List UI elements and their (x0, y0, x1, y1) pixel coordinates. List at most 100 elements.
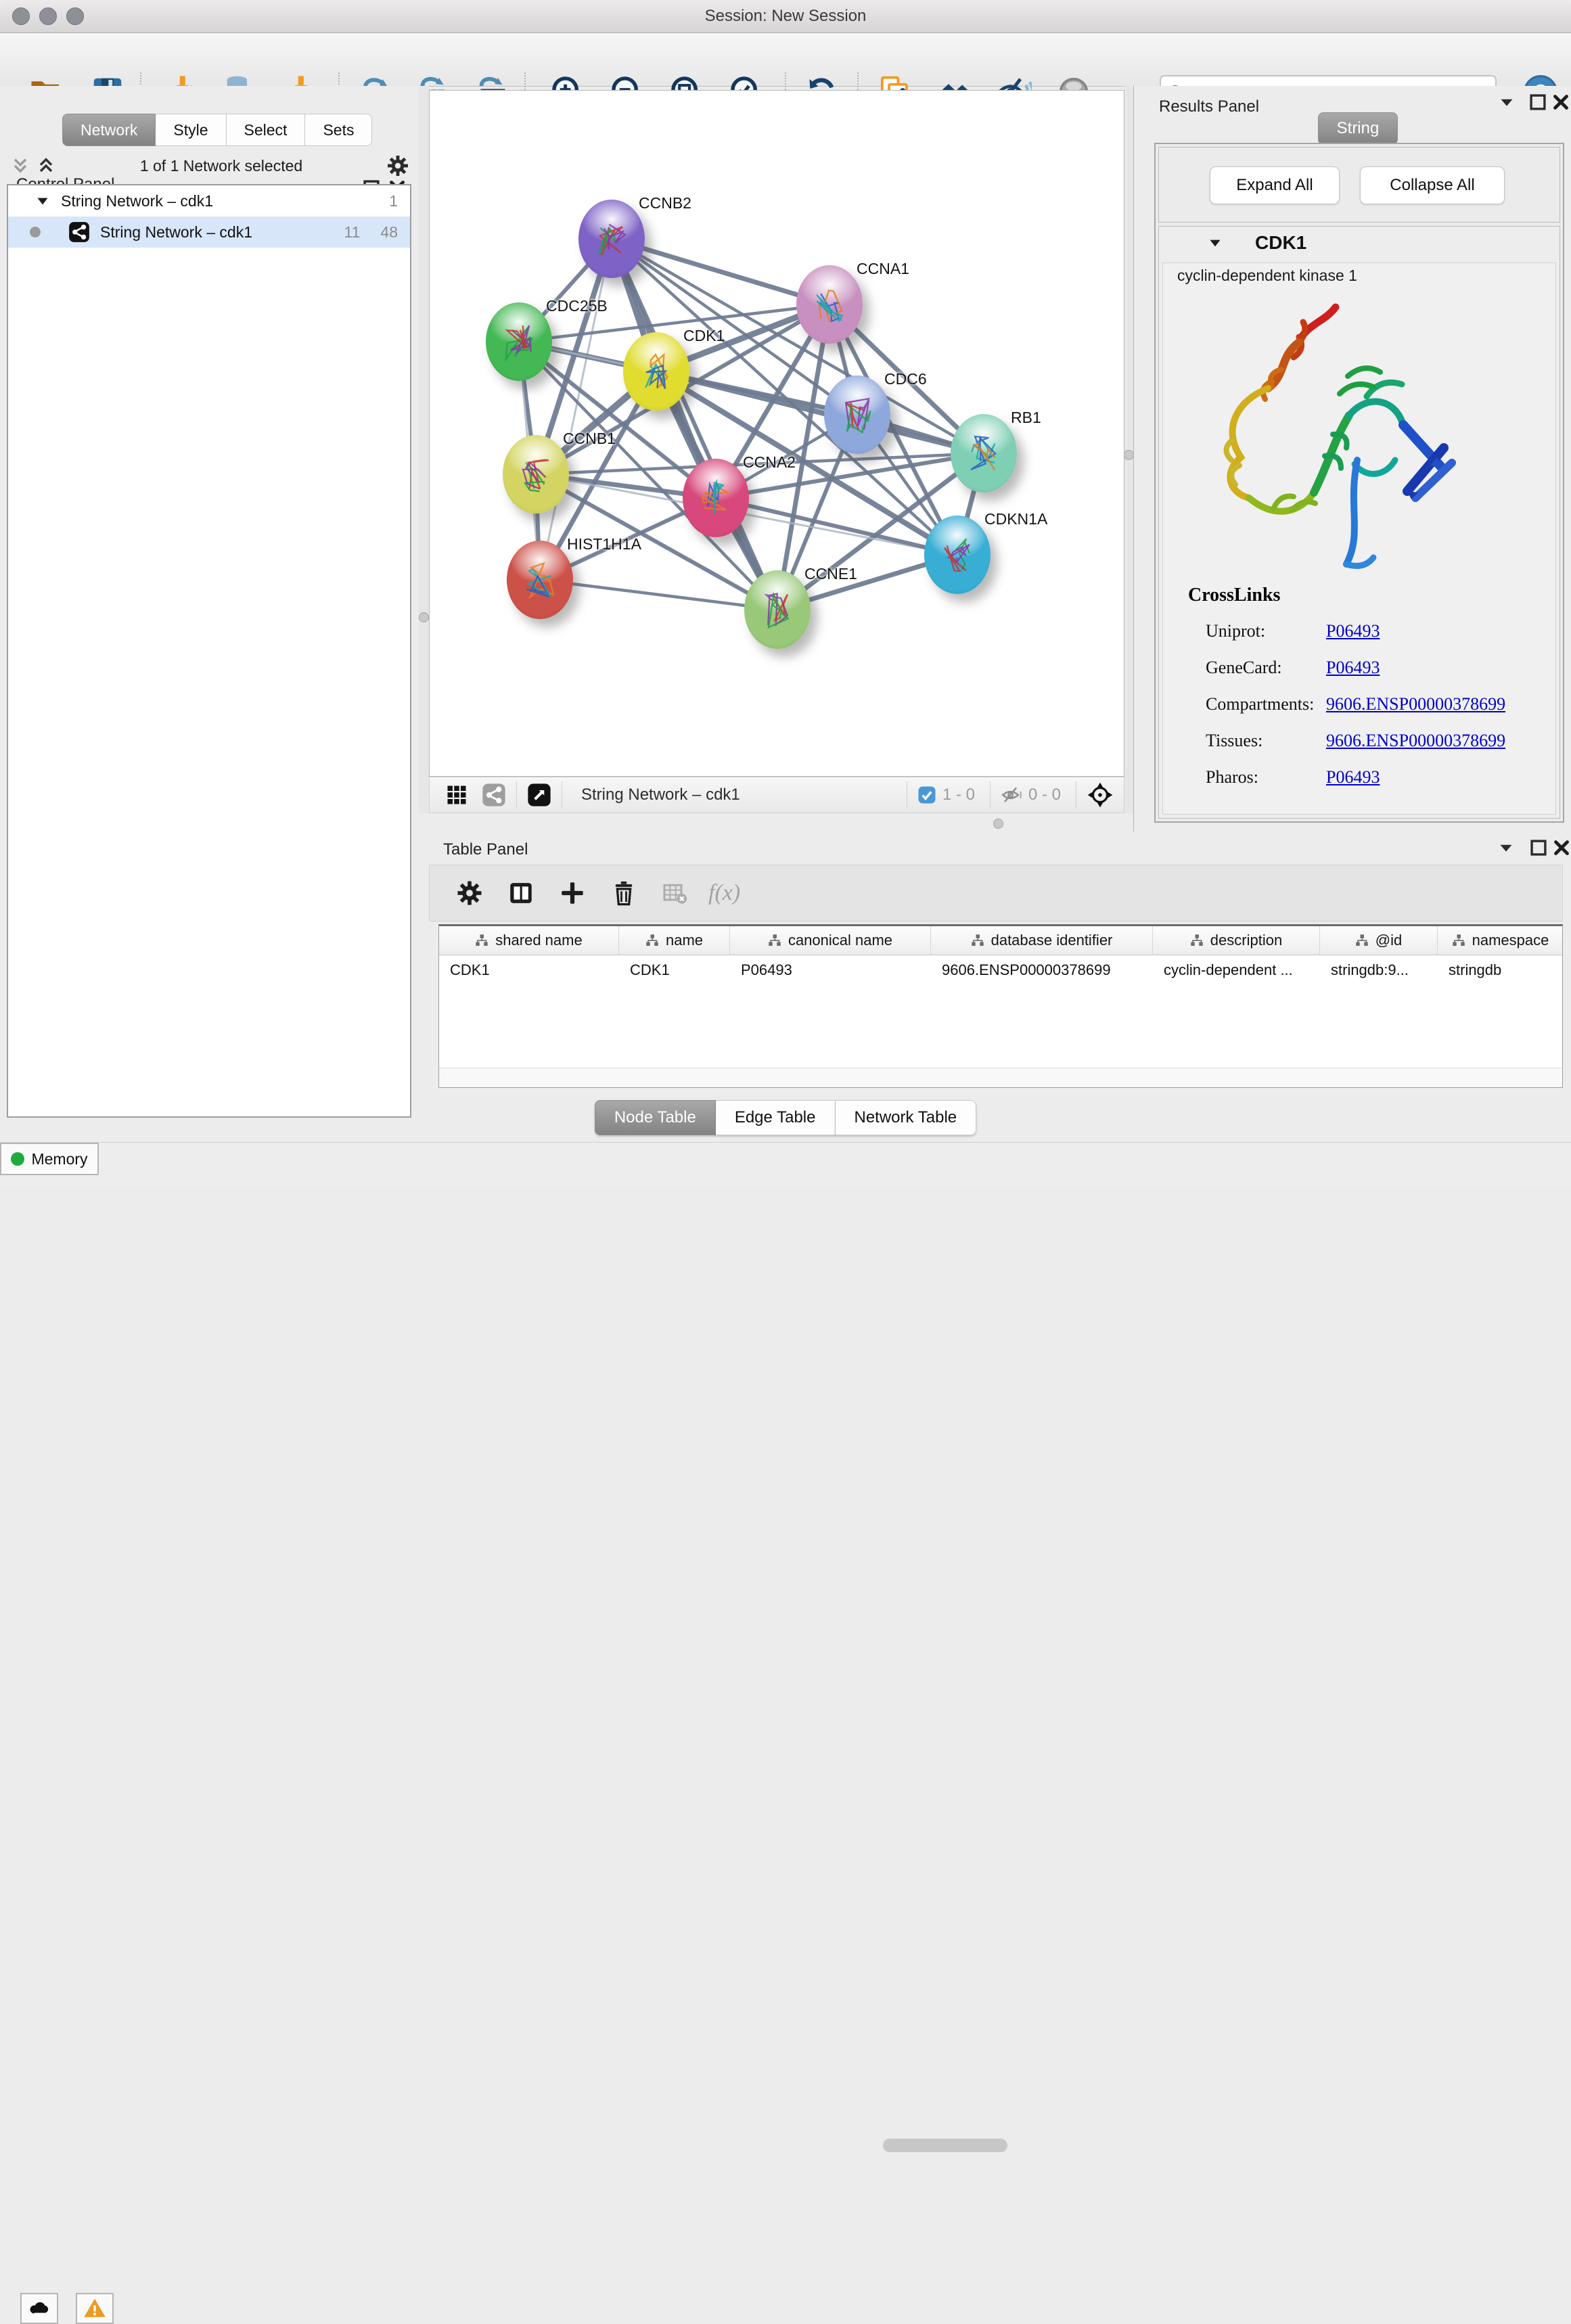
table-cell[interactable]: CDK1 (439, 961, 619, 979)
tab-network[interactable]: Network (62, 114, 156, 146)
fit-content-crosshair-icon[interactable] (1086, 781, 1114, 809)
crosslink-link[interactable]: P06493 (1326, 658, 1380, 681)
table-horizontal-scrollbar[interactable] (439, 1068, 1562, 1087)
network-node-cdc6[interactable] (824, 375, 890, 454)
crosslink-row: GeneCard: P06493 (1206, 658, 1551, 681)
network-node-cdk1[interactable] (623, 332, 689, 411)
crosslink-link[interactable]: P06493 (1326, 621, 1380, 644)
column-header-label: description (1210, 932, 1282, 949)
left-splitter[interactable] (419, 86, 429, 834)
table-panel-collapse-icon[interactable] (1495, 836, 1518, 859)
tab-style[interactable]: Style (156, 114, 226, 146)
warning-button[interactable] (76, 2293, 114, 2324)
table-cell[interactable]: stringdb (1438, 961, 1563, 979)
show-columns-icon[interactable] (507, 879, 535, 907)
network-node-cdkn1a[interactable] (924, 516, 991, 594)
node-label-hist1h1a: HIST1H1A (567, 535, 641, 553)
expand-all-button[interactable]: Expand All (1210, 166, 1340, 204)
column-header-label: namespace (1472, 932, 1549, 949)
network-tree: String Network – cdk1 1 String Network –… (7, 184, 411, 1118)
network-node-ccna1[interactable] (796, 265, 863, 344)
column-header-sharedname[interactable]: shared name (439, 926, 619, 955)
hidden-eye-icon[interactable] (1000, 783, 1023, 806)
collapse-all-button[interactable]: Collapse All (1360, 166, 1505, 204)
crosslink-row: Tissues: 9606.ENSP00000378699 (1206, 731, 1551, 754)
network-tree-item-row[interactable]: String Network – cdk1 11 48 (8, 217, 410, 248)
table-panel-float-icon[interactable] (1527, 836, 1550, 859)
network-edge-count: 48 (380, 223, 398, 242)
protein-thumbnail (639, 350, 674, 394)
table-panel-close-icon[interactable] (1550, 836, 1571, 859)
table-settings-gear-icon[interactable] (455, 879, 484, 907)
tab-network-table[interactable]: Network Table (836, 1100, 977, 1135)
horizontal-splitter-handle[interactable] (993, 819, 1003, 829)
network-node-ccne1[interactable] (744, 570, 811, 649)
expand-all-icon[interactable] (35, 155, 57, 177)
crosslink-link[interactable]: P06493 (1326, 767, 1380, 790)
crosslink-link[interactable]: 9606.ENSP00000378699 (1326, 731, 1505, 754)
cloud-button[interactable] (20, 2293, 58, 2324)
results-panel-float-icon[interactable] (1526, 91, 1549, 114)
column-header-databaseidentifier[interactable]: database identifier (931, 926, 1153, 955)
network-edge[interactable] (540, 239, 612, 580)
table-cell[interactable]: P06493 (730, 961, 931, 979)
table-cell[interactable]: 9606.ENSP00000378699 (931, 961, 1153, 979)
network-view-title: String Network – cdk1 (581, 785, 740, 804)
table-scrollbar-thumb[interactable] (883, 2139, 1007, 2152)
gene-description: cyclin-dependent kinase 1 (1177, 267, 1357, 285)
tab-sets[interactable]: Sets (305, 114, 372, 146)
birds-eye-view-icon[interactable] (526, 782, 552, 808)
network-node-hist1h1a[interactable] (507, 541, 573, 619)
accordion-expander-icon[interactable] (1206, 234, 1224, 252)
left-splitter-handle[interactable] (419, 612, 429, 622)
crosslink-link[interactable]: 9606.ENSP00000378699 (1326, 694, 1505, 717)
protein-thumbnail (522, 559, 557, 602)
add-column-icon[interactable] (558, 879, 587, 907)
network-node-cdc25b[interactable] (486, 302, 552, 381)
crosslink-row: Compartments: 9606.ENSP00000378699 (1206, 694, 1551, 717)
network-edge[interactable] (540, 580, 777, 610)
network-node-ccna2[interactable] (683, 459, 749, 537)
network-edge[interactable] (612, 239, 777, 610)
results-panel-collapse-icon[interactable] (1495, 91, 1518, 114)
tab-node-table[interactable]: Node Table (595, 1100, 716, 1135)
column-type-icon (645, 934, 659, 947)
table-cell[interactable]: stringdb:9... (1320, 961, 1438, 979)
delete-column-trash-icon[interactable] (610, 879, 638, 907)
right-splitter-handle[interactable] (1124, 450, 1134, 460)
node-table-row[interactable]: CDK1CDK1P064939606.ENSP00000378699cyclin… (439, 955, 1562, 985)
memory-button[interactable]: Memory (0, 1143, 99, 1175)
network-edge[interactable] (656, 371, 984, 453)
network-node-ccnb2[interactable] (578, 200, 645, 278)
column-header-id[interactable]: @id (1320, 926, 1438, 955)
column-header-canonicalname[interactable]: canonical name (730, 926, 931, 955)
collapse-all-icon[interactable] (9, 155, 31, 177)
protein-thumbnail (966, 432, 1001, 476)
status-bar: Memory (0, 1142, 1571, 1187)
gene-accordion-header[interactable]: CDK1 (1159, 227, 1559, 258)
network-tree-group-row[interactable]: String Network – cdk1 1 (8, 185, 410, 217)
column-header-namespace[interactable]: namespace (1438, 926, 1563, 955)
network-node-ccnb1[interactable] (503, 435, 569, 514)
tab-string[interactable]: String (1318, 112, 1398, 145)
column-header-name[interactable]: name (619, 926, 730, 955)
results-panel-close-icon[interactable] (1549, 91, 1571, 114)
tree-expander-icon[interactable] (34, 192, 51, 210)
network-view-share-icon[interactable] (481, 782, 507, 808)
window-title: Session: New Session (0, 7, 1571, 26)
tab-edge-table[interactable]: Edge Table (716, 1100, 836, 1135)
node-label-ccna2: CCNA2 (743, 453, 796, 472)
string-network-icon (68, 221, 91, 244)
network-options-gear-icon[interactable] (386, 154, 410, 178)
table-cell[interactable]: cyclin-dependent ... (1153, 961, 1320, 979)
network-canvas[interactable]: CCNB2CCNA1CDC25BCDK1CDC6RB1CCNB1CCNA2CDK… (429, 90, 1124, 777)
tab-select[interactable]: Select (227, 114, 306, 146)
column-header-description[interactable]: description (1153, 926, 1320, 955)
right-splitter[interactable] (1124, 86, 1133, 831)
table-cell[interactable]: CDK1 (619, 961, 730, 979)
node-label-rb1: RB1 (1011, 409, 1041, 427)
network-node-rb1[interactable] (951, 414, 1017, 493)
selected-checkbox-icon[interactable] (917, 785, 937, 805)
node-label-cdk1: CDK1 (683, 327, 725, 345)
grid-view-icon[interactable] (445, 783, 469, 807)
